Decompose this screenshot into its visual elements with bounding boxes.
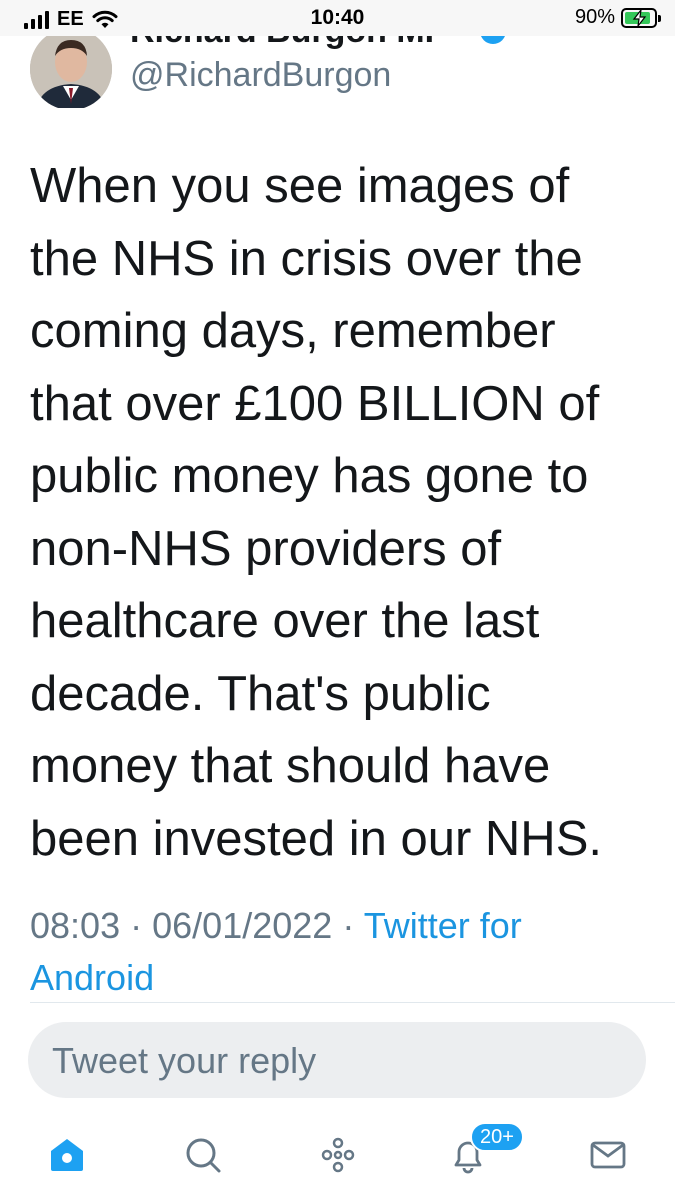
tab-messages[interactable] [568,1110,648,1200]
battery-nub [658,14,661,22]
charging-bolt-icon [632,8,647,27]
status-time: 10:40 [310,6,365,29]
divider [30,1002,675,1003]
tweet-text: When you see images of the NHS in crisis… [30,159,602,866]
battery-percent: 90% [574,6,615,28]
reply-input[interactable]: Tweet your reply [28,1022,646,1098]
search-icon [186,1138,221,1173]
tab-search[interactable] [163,1110,243,1200]
verified-badge-icon [480,36,506,44]
display-name[interactable]: Richard Burgon MP [130,36,447,51]
tweet-author-header: Richard Burgon MP @RichardBurgon [0,36,675,108]
notifications-badge: 20+ [470,1122,524,1152]
meta-separator: · [130,905,143,946]
tab-spaces[interactable] [298,1110,378,1200]
status-bar: EE 10:40 90% [0,0,675,36]
messages-icon [590,1141,626,1169]
avatar-portrait [30,36,112,108]
status-bar-right: 90% [574,6,661,29]
spaces-icon [321,1137,355,1173]
tweet-date: 06/01/2022 [152,905,333,946]
bottom-tab-bar: 20+ [0,1110,675,1200]
avatar[interactable] [30,36,112,108]
tab-home[interactable] [27,1110,107,1200]
battery-charging-icon [621,7,661,28]
reply-placeholder: Tweet your reply [52,1040,317,1081]
tweet-time: 08:03 [30,905,121,946]
home-icon [51,1139,83,1171]
tweet-meta: 08:03 · 06/01/2022 · Twitter for Android [30,900,650,1004]
meta-separator: · [342,905,355,946]
author-handle[interactable]: @RichardBurgon [130,56,391,95]
